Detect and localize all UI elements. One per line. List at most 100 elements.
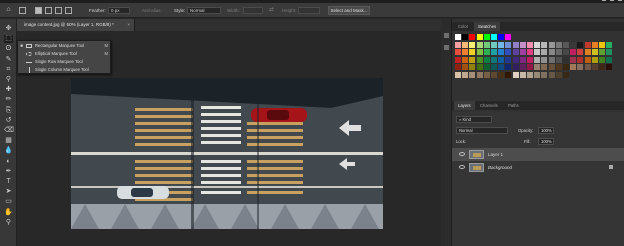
swatch[interactable] — [534, 56, 541, 63]
swatch[interactable] — [599, 64, 605, 70]
swatch[interactable] — [534, 49, 541, 55]
swatch[interactable] — [498, 49, 505, 55]
swatch[interactable] — [505, 49, 512, 55]
swatch[interactable] — [548, 41, 555, 48]
swatch[interactable] — [555, 41, 562, 48]
swatch[interactable] — [455, 41, 461, 48]
swatch[interactable] — [541, 49, 548, 55]
swatch[interactable] — [462, 56, 469, 63]
history-panel-icon[interactable] — [444, 33, 449, 38]
swatch[interactable] — [498, 41, 505, 48]
swatch[interactable] — [512, 49, 519, 55]
swatch[interactable] — [476, 56, 483, 63]
swatch[interactable] — [563, 56, 569, 63]
swatch[interactable] — [505, 41, 512, 48]
swatch[interactable] — [505, 34, 512, 40]
swatch[interactable] — [469, 41, 476, 48]
swatch[interactable] — [584, 56, 591, 63]
swatch[interactable] — [541, 41, 548, 48]
swatch[interactable] — [548, 56, 555, 63]
swatch[interactable] — [512, 64, 519, 70]
swatch[interactable] — [570, 49, 577, 55]
swatch[interactable] — [519, 71, 526, 78]
swatch[interactable] — [527, 49, 533, 55]
swatch[interactable] — [555, 71, 562, 78]
swatch[interactable] — [570, 64, 577, 70]
blur-tool-icon[interactable]: 💧 — [4, 147, 13, 155]
eyedropper-tool-icon[interactable]: ⚲ — [4, 76, 13, 84]
width-input[interactable] — [243, 7, 263, 14]
swatch[interactable] — [469, 64, 476, 70]
opacity-input[interactable]: 100% — [538, 127, 554, 134]
swatch[interactable] — [599, 41, 605, 48]
tab-layers[interactable]: Layers — [454, 101, 475, 110]
flyout-item-single-row-marquee[interactable]: Single Row Marquee Tool — [18, 58, 112, 66]
swatch[interactable] — [455, 56, 461, 63]
tab-channels[interactable]: Channels — [476, 101, 502, 110]
swatch[interactable] — [606, 49, 613, 55]
swatch[interactable] — [469, 71, 476, 78]
lasso-tool-icon[interactable]: ʘ — [4, 45, 13, 53]
swatch[interactable] — [519, 64, 526, 70]
swatch[interactable] — [491, 56, 497, 63]
add-selection-icon[interactable] — [45, 7, 52, 14]
swatch[interactable] — [491, 64, 497, 70]
swatch[interactable] — [584, 41, 591, 48]
swatch[interactable] — [519, 49, 526, 55]
brush-tool-icon[interactable]: ✏ — [4, 96, 13, 104]
layer-kind-filter[interactable]: ⌕ Kind — [456, 116, 492, 123]
swatch[interactable] — [534, 71, 541, 78]
swatch[interactable] — [519, 56, 526, 63]
tab-swatches[interactable]: Swatches — [474, 22, 501, 31]
crop-tool-icon[interactable]: ⌗ — [4, 66, 13, 74]
swatch[interactable] — [591, 41, 598, 48]
document-tab[interactable]: image content.jpg @ 50% (Layer 1, RGB/8)… — [17, 19, 135, 31]
flyout-item-rectangular-marquee[interactable]: ■ Rectangular Marquee Tool M — [18, 42, 112, 50]
pen-tool-icon[interactable]: ✒ — [4, 168, 13, 176]
tab-paths[interactable]: Paths — [504, 101, 523, 110]
swatch[interactable] — [555, 56, 562, 63]
move-tool-icon[interactable]: ✥ — [4, 25, 13, 33]
swatch[interactable] — [584, 49, 591, 55]
swatch[interactable] — [563, 41, 569, 48]
swatch[interactable] — [577, 41, 584, 48]
path-select-icon[interactable]: ➤ — [4, 188, 13, 196]
swatch[interactable] — [527, 71, 533, 78]
gradient-tool-icon[interactable]: ▦ — [4, 137, 13, 145]
swatch[interactable] — [534, 64, 541, 70]
swatch[interactable] — [534, 41, 541, 48]
swatch[interactable] — [505, 71, 512, 78]
swatch[interactable] — [570, 56, 577, 63]
swatch[interactable] — [512, 71, 519, 78]
swatch[interactable] — [469, 49, 476, 55]
swatch[interactable] — [455, 49, 461, 55]
swatch[interactable] — [577, 56, 584, 63]
swatch[interactable] — [483, 34, 490, 40]
swatch[interactable] — [577, 49, 584, 55]
zoom-tool-icon[interactable]: ⚲ — [4, 219, 13, 227]
tab-color[interactable]: Color — [454, 22, 472, 31]
swatch[interactable] — [548, 49, 555, 55]
swatch[interactable] — [469, 34, 476, 40]
swatch[interactable] — [462, 41, 469, 48]
close-window-icon[interactable] — [618, 0, 622, 2]
style-select[interactable]: Normal — [187, 7, 221, 14]
swatch[interactable] — [599, 56, 605, 63]
swatch[interactable] — [606, 41, 613, 48]
swatch[interactable] — [541, 71, 548, 78]
new-selection-icon[interactable] — [35, 7, 42, 14]
dodge-tool-icon[interactable]: ◐ — [4, 158, 13, 166]
swatch[interactable] — [462, 71, 469, 78]
swatch[interactable] — [548, 64, 555, 70]
shape-tool-icon[interactable]: ▭ — [4, 198, 13, 206]
properties-panel-icon[interactable] — [444, 45, 449, 50]
swatch[interactable] — [455, 71, 461, 78]
flyout-item-elliptical-marquee[interactable]: Elliptical Marquee Tool M — [18, 50, 112, 58]
swatch[interactable] — [570, 41, 577, 48]
swatch[interactable] — [462, 34, 469, 40]
swatch[interactable] — [541, 56, 548, 63]
hand-tool-icon[interactable]: ✋ — [4, 209, 13, 217]
swatch[interactable] — [476, 49, 483, 55]
quick-select-tool-icon[interactable]: ✎ — [4, 56, 13, 64]
swatch[interactable] — [555, 49, 562, 55]
